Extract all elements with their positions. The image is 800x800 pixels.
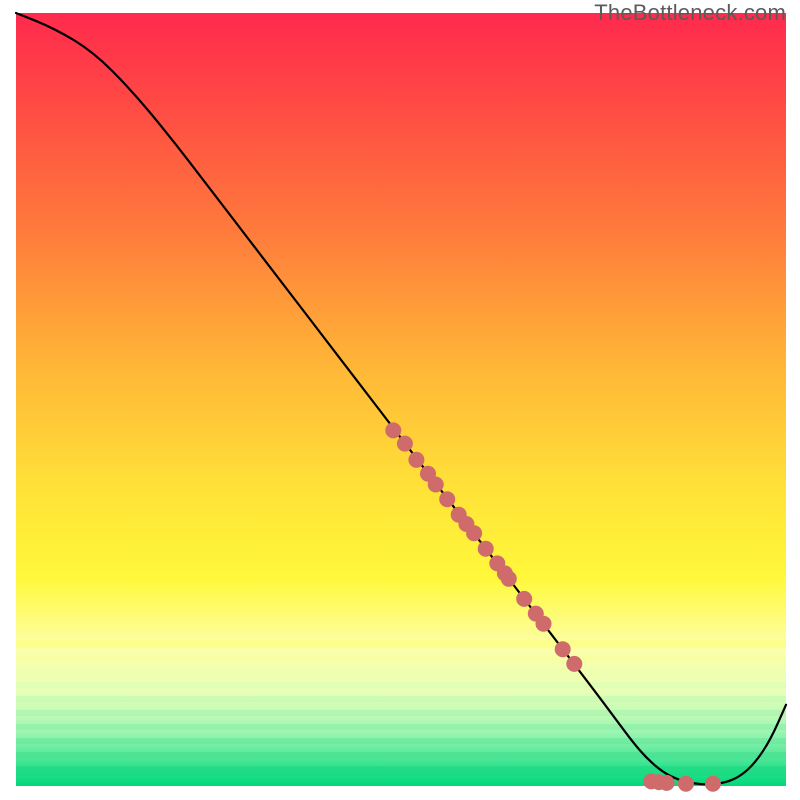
watermark-text: TheBottleneck.com	[594, 0, 786, 26]
chart-root: TheBottleneck.com	[0, 0, 800, 800]
background-gradient	[16, 13, 786, 786]
